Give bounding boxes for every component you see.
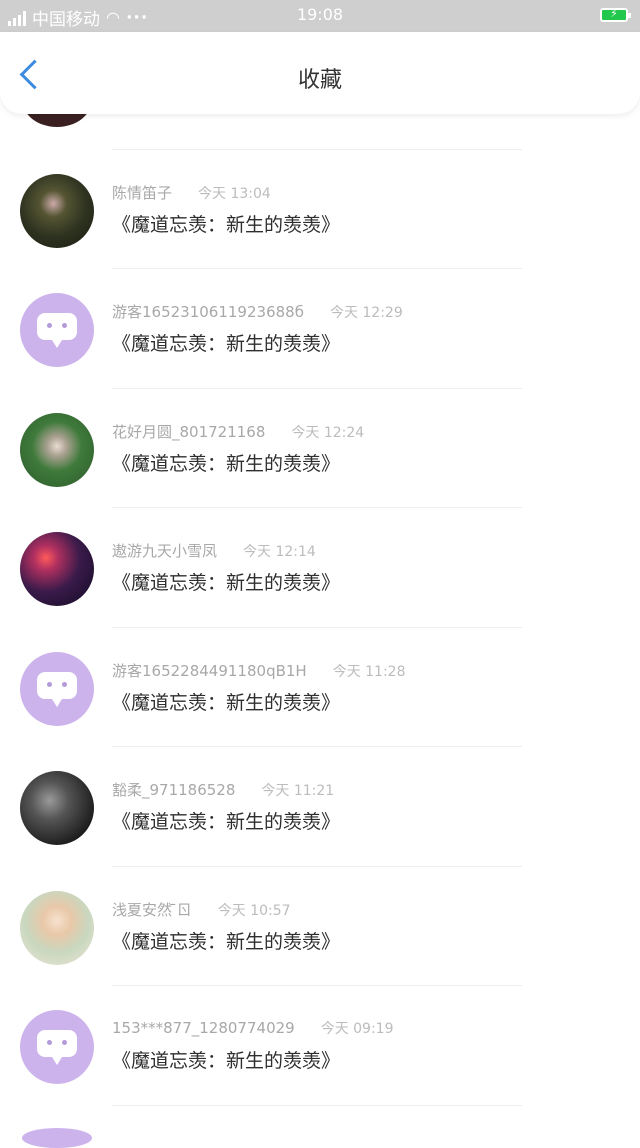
avatar[interactable] — [20, 1010, 94, 1084]
battery-icon: ⚡ — [600, 7, 631, 22]
divider — [112, 627, 522, 628]
item-meta: 浅夏安然 ̄ㄖ 今天 10:57 — [112, 899, 291, 920]
item-meta: 陈情笛子 今天 13:04 — [112, 182, 271, 203]
list-item[interactable]: 游客1652310611923688б 今天 12:29 《魔道忘羡：新生的羡羡》 — [0, 291, 640, 401]
chat-bubble-icon — [37, 313, 77, 348]
item-message: 《魔道忘羡：新生的羡羡》 — [112, 214, 341, 236]
item-time: 今天 12:14 — [243, 544, 316, 560]
item-time: 今天 10:57 — [217, 903, 291, 919]
avatar[interactable] — [20, 652, 94, 726]
list-item[interactable]: 浅夏安然 ̄ㄖ 今天 10:57 《魔道忘羡：新生的羡羡》 — [0, 889, 640, 999]
item-meta: 游客1652284491180qB1H 今天 11:28 — [112, 660, 406, 681]
item-message: 《魔道忘羡：新生的羡羡》 — [112, 931, 341, 953]
item-message: 《魔道忘羡：新生的羡羡》 — [112, 811, 341, 833]
avatar[interactable] — [20, 891, 94, 965]
chat-bubble-icon — [37, 672, 77, 707]
item-meta: 花好月圆_801721168 今天 12:24 — [112, 421, 364, 442]
item-time: 今天 12:29 — [329, 305, 403, 321]
list-item[interactable]: 遨游九天小雪凤 今天 12:14 《魔道忘羡：新生的羡羡》 — [0, 530, 640, 640]
chat-bubble-icon — [37, 1030, 77, 1065]
item-time: 今天 12:24 — [291, 425, 365, 441]
avatar[interactable] — [20, 174, 94, 248]
list-item[interactable]: 花好月圆_801721168 今天 12:24 《魔道忘羡：新生的羡羡》 — [0, 411, 640, 521]
status-time: 19:08 — [296, 5, 344, 24]
partial-avatar — [22, 1128, 92, 1148]
item-meta: 遨游九天小雪凤 今天 12:14 — [112, 540, 316, 561]
divider — [112, 149, 522, 150]
item-message: 《魔道忘羡：新生的羡羡》 — [112, 692, 341, 714]
avatar[interactable] — [20, 413, 94, 487]
list-item[interactable]: 陈情笛子 今天 13:04 《魔道忘羡：新生的羡羡》 — [0, 172, 640, 282]
user-name: 遨游九天小雪凤 — [112, 542, 218, 560]
divider — [112, 866, 522, 867]
list-item[interactable]: 153***877_1280774029 今天 09:19 《魔道忘羡：新生的羡羡… — [0, 1008, 640, 1118]
avatar[interactable] — [20, 532, 94, 606]
divider — [112, 507, 522, 508]
page-title: 收藏 — [297, 68, 342, 93]
item-meta: 豁柔_971186528 今天 11:21 — [112, 779, 334, 800]
item-message: 《魔道忘羡：新生的羡羡》 — [112, 453, 341, 475]
list-item[interactable]: 豁柔_971186528 今天 11:21 《魔道忘羡：新生的羡羡》 — [0, 769, 640, 879]
item-time: 今天 11:21 — [261, 783, 335, 799]
avatar[interactable] — [20, 771, 94, 845]
avatar[interactable] — [20, 293, 94, 367]
item-meta: 153***877_1280774029 今天 09:19 — [112, 1018, 394, 1038]
divider — [112, 985, 522, 986]
item-time: 今天 13:04 — [198, 186, 271, 202]
user-name: 游客1652284491180qB1H — [112, 662, 307, 680]
item-message: 《魔道忘羡：新生的羡羡》 — [112, 333, 341, 355]
user-name: 游客1652310611923688б — [112, 303, 304, 321]
divider — [112, 388, 522, 389]
user-name: 陈情笛子 — [112, 184, 173, 202]
divider — [112, 1105, 522, 1106]
item-time: 今天 09:19 — [320, 1021, 394, 1037]
divider — [112, 268, 522, 269]
item-time: 今天 11:28 — [332, 664, 406, 680]
divider — [112, 746, 522, 747]
chevron-left-icon[interactable] — [19, 59, 50, 90]
item-meta: 游客1652310611923688б 今天 12:29 — [112, 301, 403, 322]
nav-bar: 收藏 — [0, 32, 640, 114]
status-bar: 中国移动 ◠ ··· 19:08 ⚡ — [0, 0, 640, 32]
user-name: 153***877_1280774029 — [112, 1019, 295, 1037]
item-message: 《魔道忘羡：新生的羡羡》 — [112, 1050, 341, 1072]
item-message: 《魔道忘羡：新生的羡羡》 — [112, 572, 341, 594]
user-name: 花好月圆_801721168 — [112, 423, 266, 441]
list-item[interactable]: 游客1652284491180qB1H 今天 11:28 《魔道忘羡：新生的羡羡》 — [0, 650, 640, 760]
user-name: 浅夏安然 ̄ㄖ — [112, 901, 192, 919]
user-name: 豁柔_971186528 — [112, 781, 236, 799]
